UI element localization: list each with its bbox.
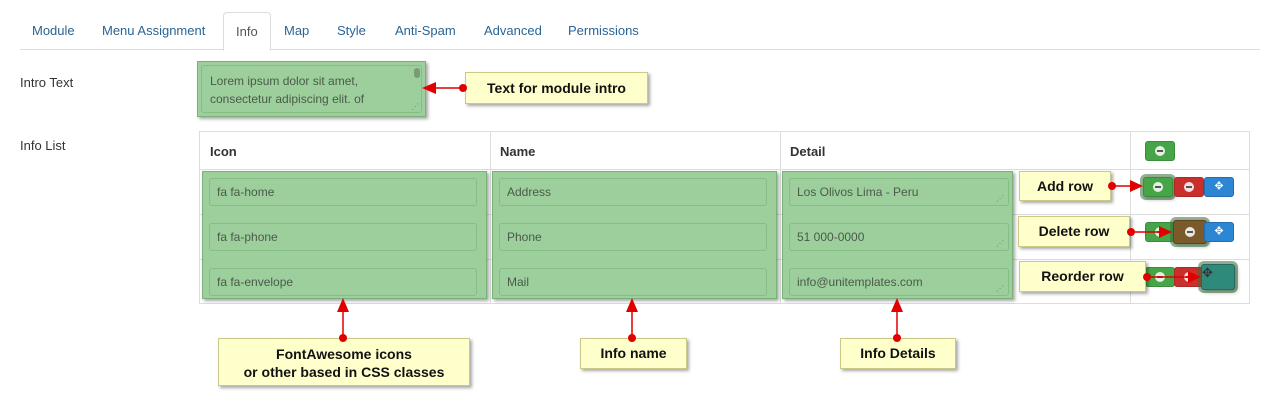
minus-circle-icon xyxy=(1184,182,1194,192)
resize-grip-icon[interactable]: ⋰ xyxy=(996,240,1004,248)
move-arrows-icon: ✥ xyxy=(1214,225,1224,238)
header-name: Name xyxy=(500,144,536,159)
row-divider xyxy=(200,169,1249,170)
name-input[interactable]: Address xyxy=(499,178,767,206)
name-input[interactable]: Phone xyxy=(499,223,767,251)
add-row-button[interactable] xyxy=(1145,222,1175,242)
tab-module[interactable]: Module xyxy=(20,12,87,48)
callout-intro: Text for module intro xyxy=(465,72,648,104)
detail-input[interactable]: 51 000-0000 ⋰ xyxy=(789,223,1009,251)
callout-icons: FontAwesome icons or other based in CSS … xyxy=(218,338,470,386)
detail-value: 51 000-0000 xyxy=(797,230,865,244)
detail-input[interactable]: info@unitemplates.com ⋰ xyxy=(789,268,1009,296)
minus-circle-icon xyxy=(1184,272,1194,282)
callout-icons-line2: or other based in CSS classes xyxy=(243,364,445,380)
info-list-label: Info List xyxy=(20,138,66,153)
add-row-button[interactable] xyxy=(1145,267,1175,287)
callout-icons-line1: FontAwesome icons xyxy=(276,346,412,362)
plus-circle-icon xyxy=(1155,272,1165,282)
column-divider xyxy=(490,132,491,303)
plus-circle-icon xyxy=(1153,182,1163,192)
name-input[interactable]: Mail xyxy=(499,268,767,296)
icon-input[interactable]: fa fa-home xyxy=(209,178,477,206)
callout-info-name: Info name xyxy=(580,338,687,369)
callout-add-row: Add row xyxy=(1019,171,1111,201)
delete-row-button[interactable] xyxy=(1174,267,1204,287)
arrow-icons xyxy=(337,298,349,342)
intro-text-highlight: Lorem ipsum dolor sit amet, consectetur … xyxy=(197,61,426,117)
intro-textarea[interactable]: Lorem ipsum dolor sit amet, consectetur … xyxy=(201,65,422,113)
reorder-row-button[interactable]: ✥ xyxy=(1204,222,1234,242)
tab-advanced[interactable]: Advanced xyxy=(472,12,554,48)
tab-permissions[interactable]: Permissions xyxy=(556,12,651,48)
arrow-info-details xyxy=(891,298,903,342)
reorder-row-button[interactable]: ✥ xyxy=(1204,177,1234,197)
delete-row-button[interactable] xyxy=(1173,220,1207,244)
tab-map[interactable]: Map xyxy=(272,12,321,48)
tab-anti-spam[interactable]: Anti-Spam xyxy=(383,12,468,48)
reorder-row-button[interactable]: ✥ xyxy=(1201,264,1235,290)
resize-grip-icon[interactable]: ⋰ xyxy=(996,285,1004,293)
detail-column-highlight: Los Olivos Lima - Peru ⋰ 51 000-0000 ⋰ i… xyxy=(782,171,1013,299)
icon-input[interactable]: fa fa-phone xyxy=(209,223,477,251)
tab-menu-assignment[interactable]: Menu Assignment xyxy=(90,12,217,48)
icon-column-highlight: fa fa-home fa fa-phone fa fa-envelope xyxy=(202,171,487,299)
tab-bar: Module Menu Assignment Info Map Style An… xyxy=(20,12,1260,51)
move-arrows-icon: ✥ xyxy=(1202,265,1213,280)
tab-info[interactable]: Info xyxy=(223,12,271,51)
arrow-intro xyxy=(422,82,467,94)
detail-input[interactable]: Los Olivos Lima - Peru ⋰ xyxy=(789,178,1009,206)
intro-text-label: Intro Text xyxy=(20,75,74,90)
add-row-button[interactable] xyxy=(1143,177,1173,197)
scrollbar-thumb[interactable] xyxy=(414,68,420,78)
icon-input[interactable]: fa fa-envelope xyxy=(209,268,477,296)
add-row-header-button[interactable] xyxy=(1145,141,1175,161)
callout-delete-row: Delete row xyxy=(1018,216,1130,247)
name-column-highlight: Address Phone Mail xyxy=(492,171,777,299)
callout-reorder-row: Reorder row xyxy=(1019,261,1146,292)
header-detail: Detail xyxy=(790,144,826,159)
plus-circle-icon xyxy=(1155,146,1165,156)
column-divider xyxy=(780,132,781,303)
arrow-info-name xyxy=(626,298,638,342)
minus-circle-icon xyxy=(1185,227,1195,237)
detail-value: info@unitemplates.com xyxy=(797,275,923,289)
tab-style[interactable]: Style xyxy=(325,12,378,48)
resize-grip-icon[interactable]: ⋰ xyxy=(996,195,1004,203)
detail-value: Los Olivos Lima - Peru xyxy=(797,185,919,199)
delete-row-button[interactable] xyxy=(1174,177,1204,197)
move-arrows-icon: ✥ xyxy=(1214,180,1224,193)
callout-info-details: Info Details xyxy=(840,338,956,369)
plus-circle-icon xyxy=(1155,227,1165,237)
header-icon: Icon xyxy=(210,144,237,159)
resize-grip-icon[interactable]: ⋰ xyxy=(411,103,419,111)
